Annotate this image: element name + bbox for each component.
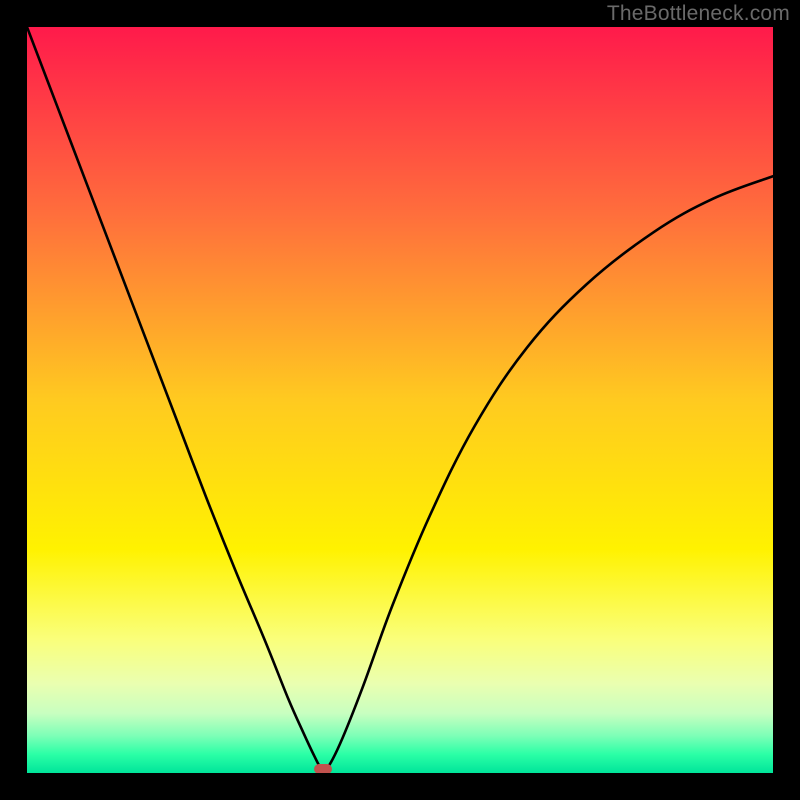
optimal-point-marker — [314, 764, 332, 773]
background-gradient — [27, 27, 773, 773]
watermark-text: TheBottleneck.com — [607, 2, 790, 26]
chart-plot-area — [27, 27, 773, 773]
